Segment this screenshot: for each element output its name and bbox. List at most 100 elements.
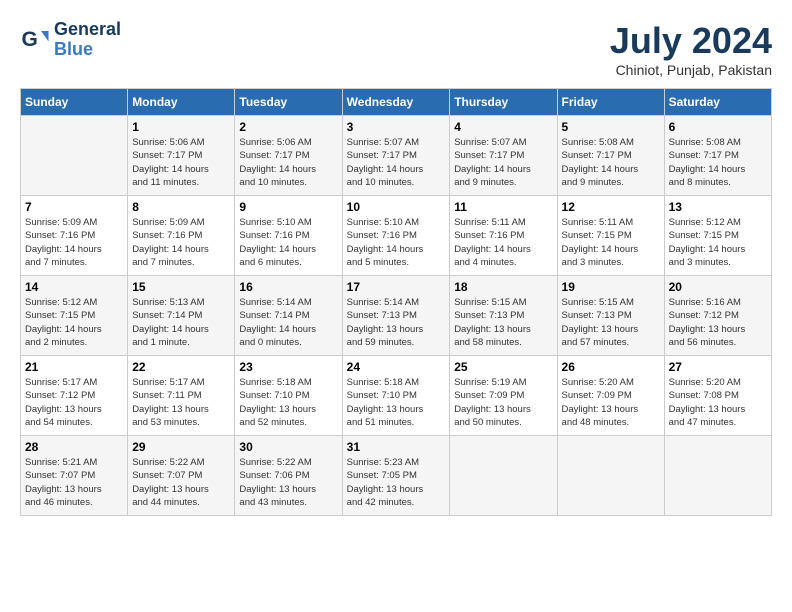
calendar-week-row: 14Sunrise: 5:12 AM Sunset: 7:15 PM Dayli… — [21, 276, 772, 356]
calendar-cell: 3 Sunrise: 5:07 AM Sunset: 7:17 PM Daylig… — [342, 116, 450, 196]
day-info: Sunrise: 5:11 AM Sunset: 7:15 PM Dayligh… — [562, 216, 660, 269]
day-info: Sunrise: 5:13 AM Sunset: 7:14 PM Dayligh… — [132, 296, 230, 349]
day-info: Sunrise: 5:22 AM Sunset: 7:07 PM Dayligh… — [132, 456, 230, 509]
calendar-week-row: 7 Sunrise: 5:09 AM Sunset: 7:16 PM Daylig… — [21, 196, 772, 276]
calendar-cell: 9 Sunrise: 5:10 AM Sunset: 7:16 PM Daylig… — [235, 196, 342, 276]
day-info: Sunrise: 5:07 AM Sunset: 7:17 PM Dayligh… — [347, 136, 446, 189]
day-number: 5 — [562, 120, 660, 134]
calendar-cell: 21 Sunrise: 5:17 AM Sunset: 7:12 PM Dayli… — [21, 356, 128, 436]
calendar-cell: 30 Sunrise: 5:22 AM Sunset: 7:06 PM Dayli… — [235, 436, 342, 516]
day-info: Sunrise: 5:20 AM Sunset: 7:08 PM Dayligh… — [669, 376, 767, 429]
calendar-cell: 27 Sunrise: 5:20 AM Sunset: 7:08 PM Dayli… — [664, 356, 771, 436]
day-info: Sunrise: 5:17 AM Sunset: 7:11 PM Dayligh… — [132, 376, 230, 429]
calendar-header-row: SundayMondayTuesdayWednesdayThursdayFrid… — [21, 89, 772, 116]
header-day-saturday: Saturday — [664, 89, 771, 116]
calendar-cell: 2Sunrise: 5:06 AM Sunset: 7:17 PM Daylig… — [235, 116, 342, 196]
day-info: Sunrise: 5:16 AM Sunset: 7:12 PM Dayligh… — [669, 296, 767, 349]
day-number: 27 — [669, 360, 767, 374]
day-info: Sunrise: 5:14 AM Sunset: 7:13 PM Dayligh… — [347, 296, 446, 349]
day-number: 20 — [669, 280, 767, 294]
day-info: Sunrise: 5:15 AM Sunset: 7:13 PM Dayligh… — [454, 296, 552, 349]
calendar-cell: 17Sunrise: 5:14 AM Sunset: 7:13 PM Dayli… — [342, 276, 450, 356]
day-info: Sunrise: 5:09 AM Sunset: 7:16 PM Dayligh… — [25, 216, 123, 269]
day-info: Sunrise: 5:12 AM Sunset: 7:15 PM Dayligh… — [669, 216, 767, 269]
day-number: 13 — [669, 200, 767, 214]
calendar-cell: 8Sunrise: 5:09 AM Sunset: 7:16 PM Daylig… — [128, 196, 235, 276]
logo: G General Blue — [20, 20, 121, 60]
day-number: 29 — [132, 440, 230, 454]
calendar-cell: 11 Sunrise: 5:11 AM Sunset: 7:16 PM Dayli… — [450, 196, 557, 276]
calendar-cell: 20 Sunrise: 5:16 AM Sunset: 7:12 PM Dayli… — [664, 276, 771, 356]
day-info: Sunrise: 5:06 AM Sunset: 7:17 PM Dayligh… — [132, 136, 230, 189]
day-info: Sunrise: 5:11 AM Sunset: 7:16 PM Dayligh… — [454, 216, 552, 269]
calendar-cell: 6 Sunrise: 5:08 AM Sunset: 7:17 PM Daylig… — [664, 116, 771, 196]
day-number: 1 — [132, 120, 230, 134]
calendar-cell: 10Sunrise: 5:10 AM Sunset: 7:16 PM Dayli… — [342, 196, 450, 276]
day-number: 24 — [347, 360, 446, 374]
header-day-monday: Monday — [128, 89, 235, 116]
day-number: 30 — [239, 440, 337, 454]
day-info: Sunrise: 5:07 AM Sunset: 7:17 PM Dayligh… — [454, 136, 552, 189]
day-number: 21 — [25, 360, 123, 374]
day-number: 10 — [347, 200, 446, 214]
day-info: Sunrise: 5:23 AM Sunset: 7:05 PM Dayligh… — [347, 456, 446, 509]
page-header: G General Blue July 2024 Chiniot, Punjab… — [20, 20, 772, 78]
day-number: 9 — [239, 200, 337, 214]
calendar-cell: 1 Sunrise: 5:06 AM Sunset: 7:17 PM Daylig… — [128, 116, 235, 196]
day-info: Sunrise: 5:22 AM Sunset: 7:06 PM Dayligh… — [239, 456, 337, 509]
calendar-cell: 12Sunrise: 5:11 AM Sunset: 7:15 PM Dayli… — [557, 196, 664, 276]
calendar-cell: 5 Sunrise: 5:08 AM Sunset: 7:17 PM Daylig… — [557, 116, 664, 196]
calendar-cell: 22Sunrise: 5:17 AM Sunset: 7:11 PM Dayli… — [128, 356, 235, 436]
day-info: Sunrise: 5:18 AM Sunset: 7:10 PM Dayligh… — [239, 376, 337, 429]
day-number: 11 — [454, 200, 552, 214]
day-number: 31 — [347, 440, 446, 454]
calendar-week-row: 21 Sunrise: 5:17 AM Sunset: 7:12 PM Dayli… — [21, 356, 772, 436]
calendar-week-row: 1 Sunrise: 5:06 AM Sunset: 7:17 PM Daylig… — [21, 116, 772, 196]
header-day-tuesday: Tuesday — [235, 89, 342, 116]
calendar-cell: 23Sunrise: 5:18 AM Sunset: 7:10 PM Dayli… — [235, 356, 342, 436]
day-info: Sunrise: 5:20 AM Sunset: 7:09 PM Dayligh… — [562, 376, 660, 429]
day-number: 16 — [239, 280, 337, 294]
day-number: 14 — [25, 280, 123, 294]
calendar-cell: 14Sunrise: 5:12 AM Sunset: 7:15 PM Dayli… — [21, 276, 128, 356]
day-number: 3 — [347, 120, 446, 134]
calendar-week-row: 28 Sunrise: 5:21 AM Sunset: 7:07 PM Dayli… — [21, 436, 772, 516]
day-number: 6 — [669, 120, 767, 134]
day-info: Sunrise: 5:21 AM Sunset: 7:07 PM Dayligh… — [25, 456, 123, 509]
calendar-cell: 19 Sunrise: 5:15 AM Sunset: 7:13 PM Dayli… — [557, 276, 664, 356]
svg-text:G: G — [22, 28, 38, 51]
day-number: 7 — [25, 200, 123, 214]
day-info: Sunrise: 5:14 AM Sunset: 7:14 PM Dayligh… — [239, 296, 337, 349]
calendar-cell: 7 Sunrise: 5:09 AM Sunset: 7:16 PM Daylig… — [21, 196, 128, 276]
day-number: 28 — [25, 440, 123, 454]
day-info: Sunrise: 5:17 AM Sunset: 7:12 PM Dayligh… — [25, 376, 123, 429]
month-title: July 2024 — [610, 20, 772, 62]
calendar-cell: 28 Sunrise: 5:21 AM Sunset: 7:07 PM Dayli… — [21, 436, 128, 516]
day-info: Sunrise: 5:15 AM Sunset: 7:13 PM Dayligh… — [562, 296, 660, 349]
day-info: Sunrise: 5:08 AM Sunset: 7:17 PM Dayligh… — [669, 136, 767, 189]
calendar-cell: 15 Sunrise: 5:13 AM Sunset: 7:14 PM Dayli… — [128, 276, 235, 356]
calendar-cell: 25Sunrise: 5:19 AM Sunset: 7:09 PM Dayli… — [450, 356, 557, 436]
calendar-cell: 29 Sunrise: 5:22 AM Sunset: 7:07 PM Dayli… — [128, 436, 235, 516]
title-block: July 2024 Chiniot, Punjab, Pakistan — [610, 20, 772, 78]
calendar-cell: 13 Sunrise: 5:12 AM Sunset: 7:15 PM Dayli… — [664, 196, 771, 276]
day-number: 2 — [239, 120, 337, 134]
logo-icon: G — [20, 25, 50, 55]
calendar-cell — [21, 116, 128, 196]
day-number: 19 — [562, 280, 660, 294]
day-info: Sunrise: 5:10 AM Sunset: 7:16 PM Dayligh… — [239, 216, 337, 269]
header-day-thursday: Thursday — [450, 89, 557, 116]
calendar-cell — [664, 436, 771, 516]
calendar-cell: 18 Sunrise: 5:15 AM Sunset: 7:13 PM Dayli… — [450, 276, 557, 356]
day-number: 18 — [454, 280, 552, 294]
calendar-cell: 31 Sunrise: 5:23 AM Sunset: 7:05 PM Dayli… — [342, 436, 450, 516]
calendar-cell — [557, 436, 664, 516]
day-number: 15 — [132, 280, 230, 294]
calendar-cell — [450, 436, 557, 516]
calendar-cell: 4Sunrise: 5:07 AM Sunset: 7:17 PM Daylig… — [450, 116, 557, 196]
day-info: Sunrise: 5:08 AM Sunset: 7:17 PM Dayligh… — [562, 136, 660, 189]
header-day-sunday: Sunday — [21, 89, 128, 116]
day-info: Sunrise: 5:09 AM Sunset: 7:16 PM Dayligh… — [132, 216, 230, 269]
day-info: Sunrise: 5:19 AM Sunset: 7:09 PM Dayligh… — [454, 376, 552, 429]
header-day-friday: Friday — [557, 89, 664, 116]
